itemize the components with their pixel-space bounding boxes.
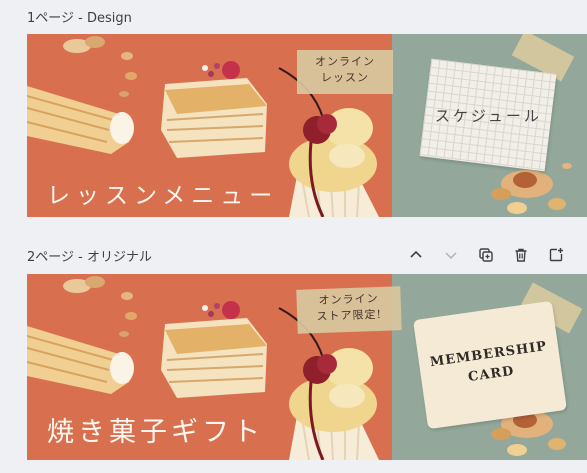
membership-card[interactable]: MEMBERSHIP CARD — [413, 300, 567, 430]
trash-icon — [515, 248, 527, 262]
chevron-up-icon — [410, 250, 422, 258]
schedule-text: スケジュール — [434, 106, 542, 125]
chevron-down-icon — [445, 252, 457, 260]
page-1-title: 1ページ - Design — [27, 11, 132, 26]
delete-page-button[interactable] — [510, 244, 532, 266]
page-2-canvas[interactable]: オンライン ストア限定! MEMBERSHIP CARD 焼き菓子ギフト — [27, 274, 587, 460]
online-lesson-tape[interactable]: オンライン レッスン — [297, 50, 393, 94]
page-2-title: 2ページ - オリジナル — [27, 250, 152, 265]
schedule-card[interactable]: スケジュール — [419, 58, 557, 172]
online-store-tape[interactable]: オンライン ストア限定! — [296, 286, 402, 334]
page-toolbar — [405, 244, 567, 266]
tape-line-2: ストア限定! — [316, 307, 383, 324]
page-1-headline[interactable]: レッスンメニュー — [47, 176, 278, 210]
add-page-icon — [549, 248, 563, 262]
add-page-button[interactable] — [545, 244, 567, 266]
page-2-headline[interactable]: 焼き菓子ギフト — [47, 410, 264, 449]
duplicate-icon — [479, 248, 493, 262]
duplicate-page-button[interactable] — [475, 244, 497, 266]
page-1-canvas[interactable]: オンライン レッスン スケジュール レッスンメニュー — [27, 34, 587, 217]
move-page-down-button[interactable] — [440, 244, 462, 266]
tape-line-1: オンライン — [315, 55, 375, 68]
tape-line-2: レッスン — [321, 71, 369, 84]
move-page-up-button[interactable] — [405, 244, 427, 266]
